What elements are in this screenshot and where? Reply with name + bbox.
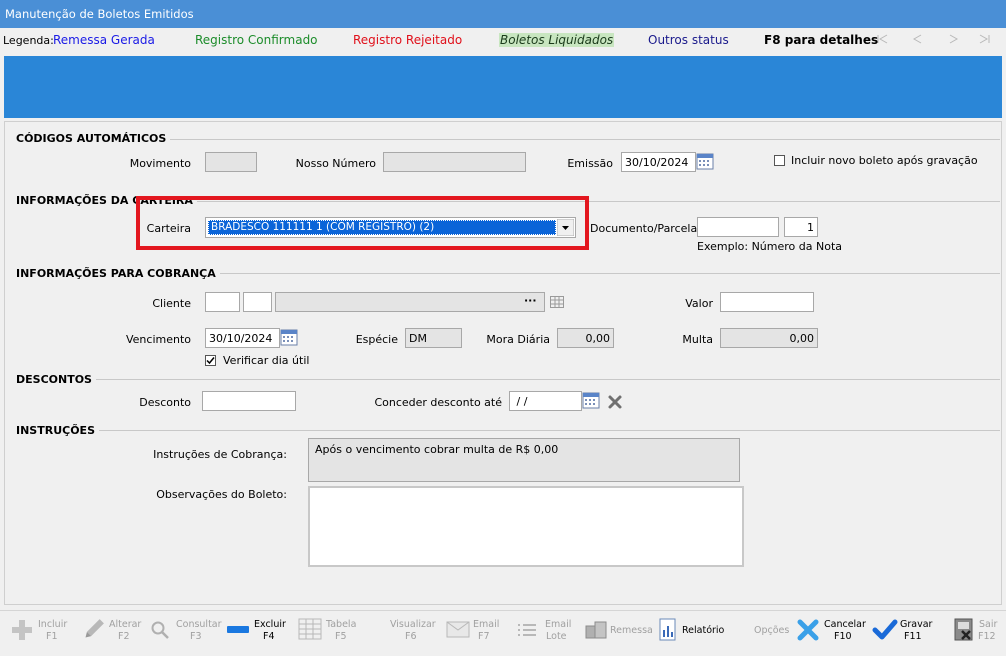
nosso-numero-label: Nosso Número [295,157,376,170]
legend-bar: Legenda: Remessa Gerada Registro Confirm… [0,28,1006,54]
legend-outros-status: Outros status [648,33,729,47]
legend-hint: F8 para detalhes [764,33,879,47]
section-divider [150,139,1000,140]
verificar-dia-util-checkbox[interactable] [205,355,216,366]
verificar-dia-util-label: Verificar dia útil [223,354,310,367]
cliente-code-field[interactable] [205,292,240,312]
last-record-icon[interactable] [979,34,990,44]
magnifier-icon [151,621,169,639]
grid-icon[interactable] [550,296,564,308]
next-record-icon[interactable] [949,34,959,44]
section-codigos-automaticos: CÓDIGOS AUTOMÁTICOS [16,132,171,145]
mora-diaria-field[interactable]: 0,00 [557,328,614,348]
observacoes-label: Observações do Boleto: [156,488,287,501]
carteira-label: Carteira [146,222,191,235]
instrucoes-cobranca-label: Instruções de Cobrança: [153,448,287,461]
parcela-field[interactable]: 1 [784,217,818,237]
clear-icon[interactable] [607,394,623,410]
visualizar-button[interactable]: Visualizar F6 [388,611,436,656]
chevron-down-icon[interactable] [557,219,574,236]
consultar-button[interactable]: Consultar F3 [148,611,222,656]
boxes-icon [585,621,607,639]
record-navigation [877,34,990,44]
section-divider [195,273,1000,274]
mora-diaria-label: Mora Diária [486,333,550,346]
vencimento-field[interactable]: 30/10/2024 [205,328,280,348]
calendar-icon[interactable] [696,152,714,170]
section-divider [92,430,1000,431]
envelope-icon [446,621,470,638]
opcoes-button[interactable]: Opções [750,611,790,656]
legend-remessa-gerada: Remessa Gerada [53,33,155,47]
emissao-field[interactable]: 30/10/2024 [621,152,696,172]
email-button[interactable]: Email F7 [444,611,500,656]
table-icon [298,618,322,640]
excluir-button[interactable]: Excluir F4 [224,611,288,656]
plus-icon [12,620,32,640]
title-bar: Manutenção de Boletos Emitidos [0,0,1006,28]
cancel-x-icon [797,619,819,641]
section-instrucoes: INSTRUÇÕES [16,424,99,437]
multa-label: Multa [682,333,713,346]
movimento-label: Movimento [129,157,191,170]
documento-label: Documento/Parcela [590,222,698,235]
checkmark-icon [206,357,215,365]
remessa-button[interactable]: Remessa [584,611,653,656]
prev-record-icon[interactable] [912,34,922,44]
nosso-numero-field[interactable] [383,152,526,172]
alterar-button[interactable]: Alterar F2 [80,611,142,656]
calendar-icon[interactable] [280,328,298,346]
exit-icon [954,618,973,641]
legend-registro-confirmado: Registro Confirmado [195,33,318,47]
incluir-button[interactable]: Incluir F1 [8,611,70,656]
report-icon [659,618,676,641]
incluir-novo-checkbox[interactable] [774,155,785,166]
sair-button[interactable]: Sair F12 [950,611,1002,656]
gravar-button[interactable]: Gravar F11 [870,611,934,656]
list-email-icon [518,624,536,636]
calendar-icon[interactable] [582,391,600,409]
incluir-novo-label: Incluir novo boleto após gravação [791,154,978,167]
cliente-lookup-button[interactable]: ··· [524,294,537,307]
multa-field[interactable]: 0,00 [720,328,818,348]
legend-label: Legenda: [3,34,54,47]
window-title: Manutenção de Boletos Emitidos [5,7,194,21]
checkmark-icon [872,619,898,640]
desconto-field[interactable] [202,391,296,411]
header-banner [4,56,1002,118]
conceder-desconto-field[interactable]: / / [509,391,582,411]
cancelar-button[interactable]: Cancelar F10 [794,611,866,656]
section-informacoes-cobranca: INFORMAÇÕES PARA COBRANÇA [16,267,220,280]
documento-hint: Exemplo: Número da Nota [697,240,842,253]
emissao-label: Emissão [567,157,613,170]
tabela-button[interactable]: Tabela F5 [296,611,360,656]
email-lote-button[interactable]: Email Lote [516,611,572,656]
legend-boletos-liquidados: Boletos Liquidados [499,33,615,47]
movimento-field[interactable] [205,152,257,172]
documento-field[interactable] [697,217,779,237]
instrucoes-cobranca-field[interactable]: Após o vencimento cobrar multa de R$ 0,0… [308,438,740,482]
minus-icon [227,626,249,633]
cliente-name-field[interactable] [275,292,545,312]
pencil-icon [85,619,104,638]
relatorio-button[interactable]: Relatório [656,611,724,656]
vencimento-label: Vencimento [125,333,191,346]
section-descontos: DESCONTOS [16,373,96,386]
valor-field[interactable] [720,292,814,312]
especie-field[interactable]: DM [405,328,462,348]
especie-label: Espécie [355,333,398,346]
cliente-label: Cliente [152,297,191,310]
carteira-select[interactable]: BRADESCO 111111 1 (COM REGISTRO) (2) [205,217,576,238]
valor-label: Valor [685,297,713,310]
observacoes-field[interactable] [308,486,744,567]
bottom-toolbar: Incluir F1 Alterar F2 Consultar F3 Exclu… [0,610,1006,656]
section-divider [90,379,1000,380]
first-record-icon[interactable] [877,34,888,44]
cliente-loja-field[interactable] [243,292,272,312]
conceder-desconto-label: Conceder desconto até [374,396,502,409]
legend-registro-rejeitado: Registro Rejeitado [353,33,463,47]
carteira-selected-value: BRADESCO 111111 1 (COM REGISTRO) (2) [208,220,556,235]
desconto-label: Desconto [139,396,191,409]
